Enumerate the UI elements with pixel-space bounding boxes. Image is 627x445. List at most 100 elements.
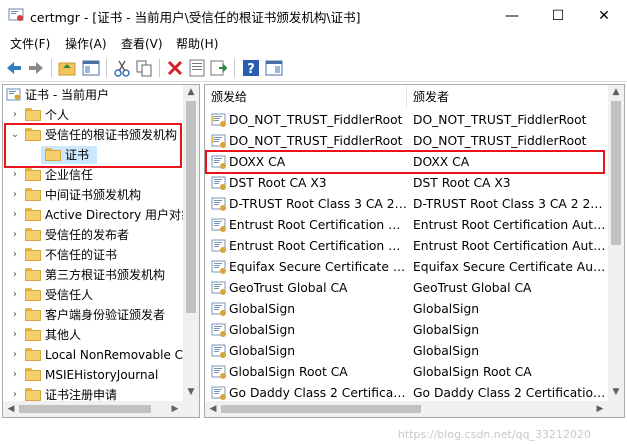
scroll-right-arrow-icon[interactable]: ▶ bbox=[167, 404, 183, 414]
scrollbar-thumb[interactable] bbox=[611, 101, 621, 245]
tree-item-client-auth-issuers[interactable]: › 客户端身份验证颁发者 bbox=[3, 305, 183, 325]
tree-root[interactable]: 证书 - 当前用户 bbox=[3, 85, 183, 105]
chevron-right-icon[interactable]: › bbox=[9, 205, 21, 225]
help-icon[interactable]: ? bbox=[241, 58, 261, 78]
menu-help[interactable]: 帮助(H) bbox=[176, 35, 218, 52]
tree-item-label: 其他人 bbox=[45, 328, 82, 342]
chevron-right-icon[interactable]: › bbox=[9, 185, 21, 205]
tree-item-trusted-people[interactable]: › 受信任人 bbox=[3, 285, 183, 305]
tree-item-third-party-root[interactable]: › 第三方根证书颁发机构 bbox=[3, 265, 183, 285]
tree-item-msie-history[interactable]: › MSIEHistoryJournal bbox=[3, 365, 183, 385]
tree-item-other-people[interactable]: › 其他人 bbox=[3, 325, 183, 345]
chevron-right-icon[interactable]: › bbox=[9, 245, 21, 265]
column-header-issued-by[interactable]: 颁发者 bbox=[407, 85, 610, 109]
folder-icon bbox=[25, 108, 41, 121]
certificate-icon bbox=[211, 323, 226, 337]
chevron-right-icon[interactable]: › bbox=[9, 225, 21, 245]
chevron-right-icon[interactable]: › bbox=[9, 285, 21, 305]
folder-icon bbox=[25, 168, 41, 181]
console-view-icon[interactable] bbox=[264, 58, 284, 78]
certificate-row[interactable]: GlobalSign GlobalSign bbox=[205, 320, 610, 341]
certificate-icon bbox=[211, 239, 226, 253]
tree-horizontal-scrollbar[interactable]: ◀ ▶ bbox=[3, 401, 183, 417]
certificate-row[interactable]: GlobalSign Root CA GlobalSign Root CA bbox=[205, 362, 610, 383]
scroll-right-arrow-icon[interactable]: ▶ bbox=[592, 404, 608, 414]
certificate-row[interactable]: Equifax Secure Certificate Authority Equi… bbox=[205, 257, 610, 278]
issued-by-cell: GlobalSign Root CA bbox=[413, 365, 532, 379]
tree-item-label: 客户端身份验证颁发者 bbox=[45, 308, 166, 322]
certificate-row[interactable]: D-TRUST Root Class 3 CA 2 2009 D-TRUST Ro… bbox=[205, 194, 610, 215]
close-button[interactable]: ✕ bbox=[581, 0, 627, 32]
certificate-row[interactable]: Entrust Root Certification Authority Entr… bbox=[205, 215, 610, 236]
issued-to-cell: GlobalSign Root CA bbox=[229, 365, 348, 379]
certificate-row[interactable]: GlobalSign GlobalSign bbox=[205, 341, 610, 362]
properties-icon[interactable] bbox=[187, 58, 207, 78]
maximize-button[interactable]: ☐ bbox=[535, 0, 581, 32]
scrollbar-thumb[interactable] bbox=[221, 405, 421, 413]
tree-item-label: Active Directory 用户对象 bbox=[45, 208, 194, 222]
chevron-right-icon[interactable]: › bbox=[9, 345, 21, 365]
delete-icon[interactable] bbox=[165, 58, 185, 78]
list-vertical-scrollbar[interactable]: ▲ ▼ bbox=[608, 85, 624, 401]
scroll-left-arrow-icon[interactable]: ◀ bbox=[205, 404, 221, 414]
folder-icon bbox=[25, 328, 41, 341]
up-folder-icon[interactable] bbox=[57, 58, 77, 78]
tree-vertical-scrollbar[interactable]: ▲ ▼ bbox=[183, 85, 199, 401]
chevron-right-icon[interactable]: › bbox=[9, 105, 21, 125]
issued-to-cell: GlobalSign bbox=[229, 302, 296, 316]
scrollbar-thumb[interactable] bbox=[19, 405, 151, 413]
menu-view[interactable]: 查看(V) bbox=[121, 35, 163, 52]
chevron-right-icon[interactable]: › bbox=[9, 265, 21, 285]
minimize-button[interactable]: — bbox=[489, 0, 535, 32]
certmgr-app-icon bbox=[8, 8, 24, 21]
issued-to-cell: DST Root CA X3 bbox=[229, 176, 327, 190]
certificate-row[interactable]: DO_NOT_TRUST_FiddlerRoot DO_NOT_TRUST_Fid… bbox=[205, 131, 610, 152]
column-header-issued-to[interactable]: 颁发给 bbox=[205, 85, 407, 109]
issued-by-cell: DST Root CA X3 bbox=[413, 176, 511, 190]
certificate-icon bbox=[211, 344, 226, 358]
issued-to-cell: GlobalSign bbox=[229, 344, 296, 358]
chevron-right-icon[interactable]: › bbox=[9, 165, 21, 185]
issued-to-cell: GeoTrust Global CA bbox=[229, 281, 348, 295]
tree-item-active-directory[interactable]: › Active Directory 用户对象 bbox=[3, 205, 193, 225]
certificate-icon bbox=[211, 365, 226, 379]
tree-item-enterprise-trust[interactable]: › 企业信任 bbox=[3, 165, 183, 185]
tree-item-intermediate-ca[interactable]: › 中间证书颁发机构 bbox=[3, 185, 183, 205]
certificate-row[interactable]: DST Root CA X3 DST Root CA X3 bbox=[205, 173, 610, 194]
scroll-corner bbox=[608, 401, 624, 417]
forward-arrow-icon[interactable] bbox=[26, 58, 46, 78]
tree-item-personal[interactable]: › 个人 bbox=[3, 105, 183, 125]
tree-item-trusted-publishers[interactable]: › 受信任的发布者 bbox=[3, 225, 183, 245]
certificate-row[interactable]: Entrust Root Certification Authority Entr… bbox=[205, 236, 610, 257]
issued-to-cell: Equifax Secure Certificate Authority bbox=[229, 260, 407, 274]
scroll-down-arrow-icon[interactable]: ▼ bbox=[608, 387, 624, 397]
back-arrow-icon[interactable] bbox=[4, 58, 24, 78]
scroll-down-arrow-icon[interactable]: ▼ bbox=[183, 387, 199, 397]
certificate-row[interactable]: GlobalSign GlobalSign bbox=[205, 299, 610, 320]
certificate-row[interactable]: GeoTrust Global CA GeoTrust Global CA bbox=[205, 278, 610, 299]
certificate-icon bbox=[211, 260, 226, 274]
scroll-left-arrow-icon[interactable]: ◀ bbox=[3, 404, 19, 414]
chevron-right-icon[interactable]: › bbox=[9, 325, 21, 345]
menu-action[interactable]: 操作(A) bbox=[65, 35, 107, 52]
refresh-export-icon[interactable] bbox=[209, 58, 229, 78]
folder-icon bbox=[25, 308, 41, 321]
tree-item-local-nonremovable[interactable]: › Local NonRemovable Certificates bbox=[3, 345, 199, 365]
minimize-icon: — bbox=[505, 8, 519, 24]
tree-item-label: 受信任人 bbox=[45, 288, 94, 302]
chevron-right-icon[interactable]: › bbox=[9, 305, 21, 325]
list-horizontal-scrollbar[interactable]: ◀ ▶ bbox=[205, 401, 608, 417]
certificate-icon bbox=[211, 281, 226, 295]
menu-file[interactable]: 文件(F) bbox=[10, 35, 50, 52]
copy-icon[interactable] bbox=[134, 58, 154, 78]
cut-icon[interactable] bbox=[112, 58, 132, 78]
certificate-icon bbox=[211, 197, 226, 211]
chevron-right-icon[interactable]: › bbox=[9, 365, 21, 385]
scroll-up-arrow-icon[interactable]: ▲ bbox=[183, 87, 199, 97]
scroll-up-arrow-icon[interactable]: ▲ bbox=[608, 87, 624, 97]
scrollbar-thumb[interactable] bbox=[186, 101, 196, 313]
certificate-row[interactable]: DO_NOT_TRUST_FiddlerRoot DO_NOT_TRUST_Fid… bbox=[205, 110, 610, 131]
tree-item-untrusted[interactable]: › 不信任的证书 bbox=[3, 245, 183, 265]
tree-item-label: 企业信任 bbox=[45, 168, 94, 182]
show-hide-tree-icon[interactable] bbox=[81, 58, 101, 78]
